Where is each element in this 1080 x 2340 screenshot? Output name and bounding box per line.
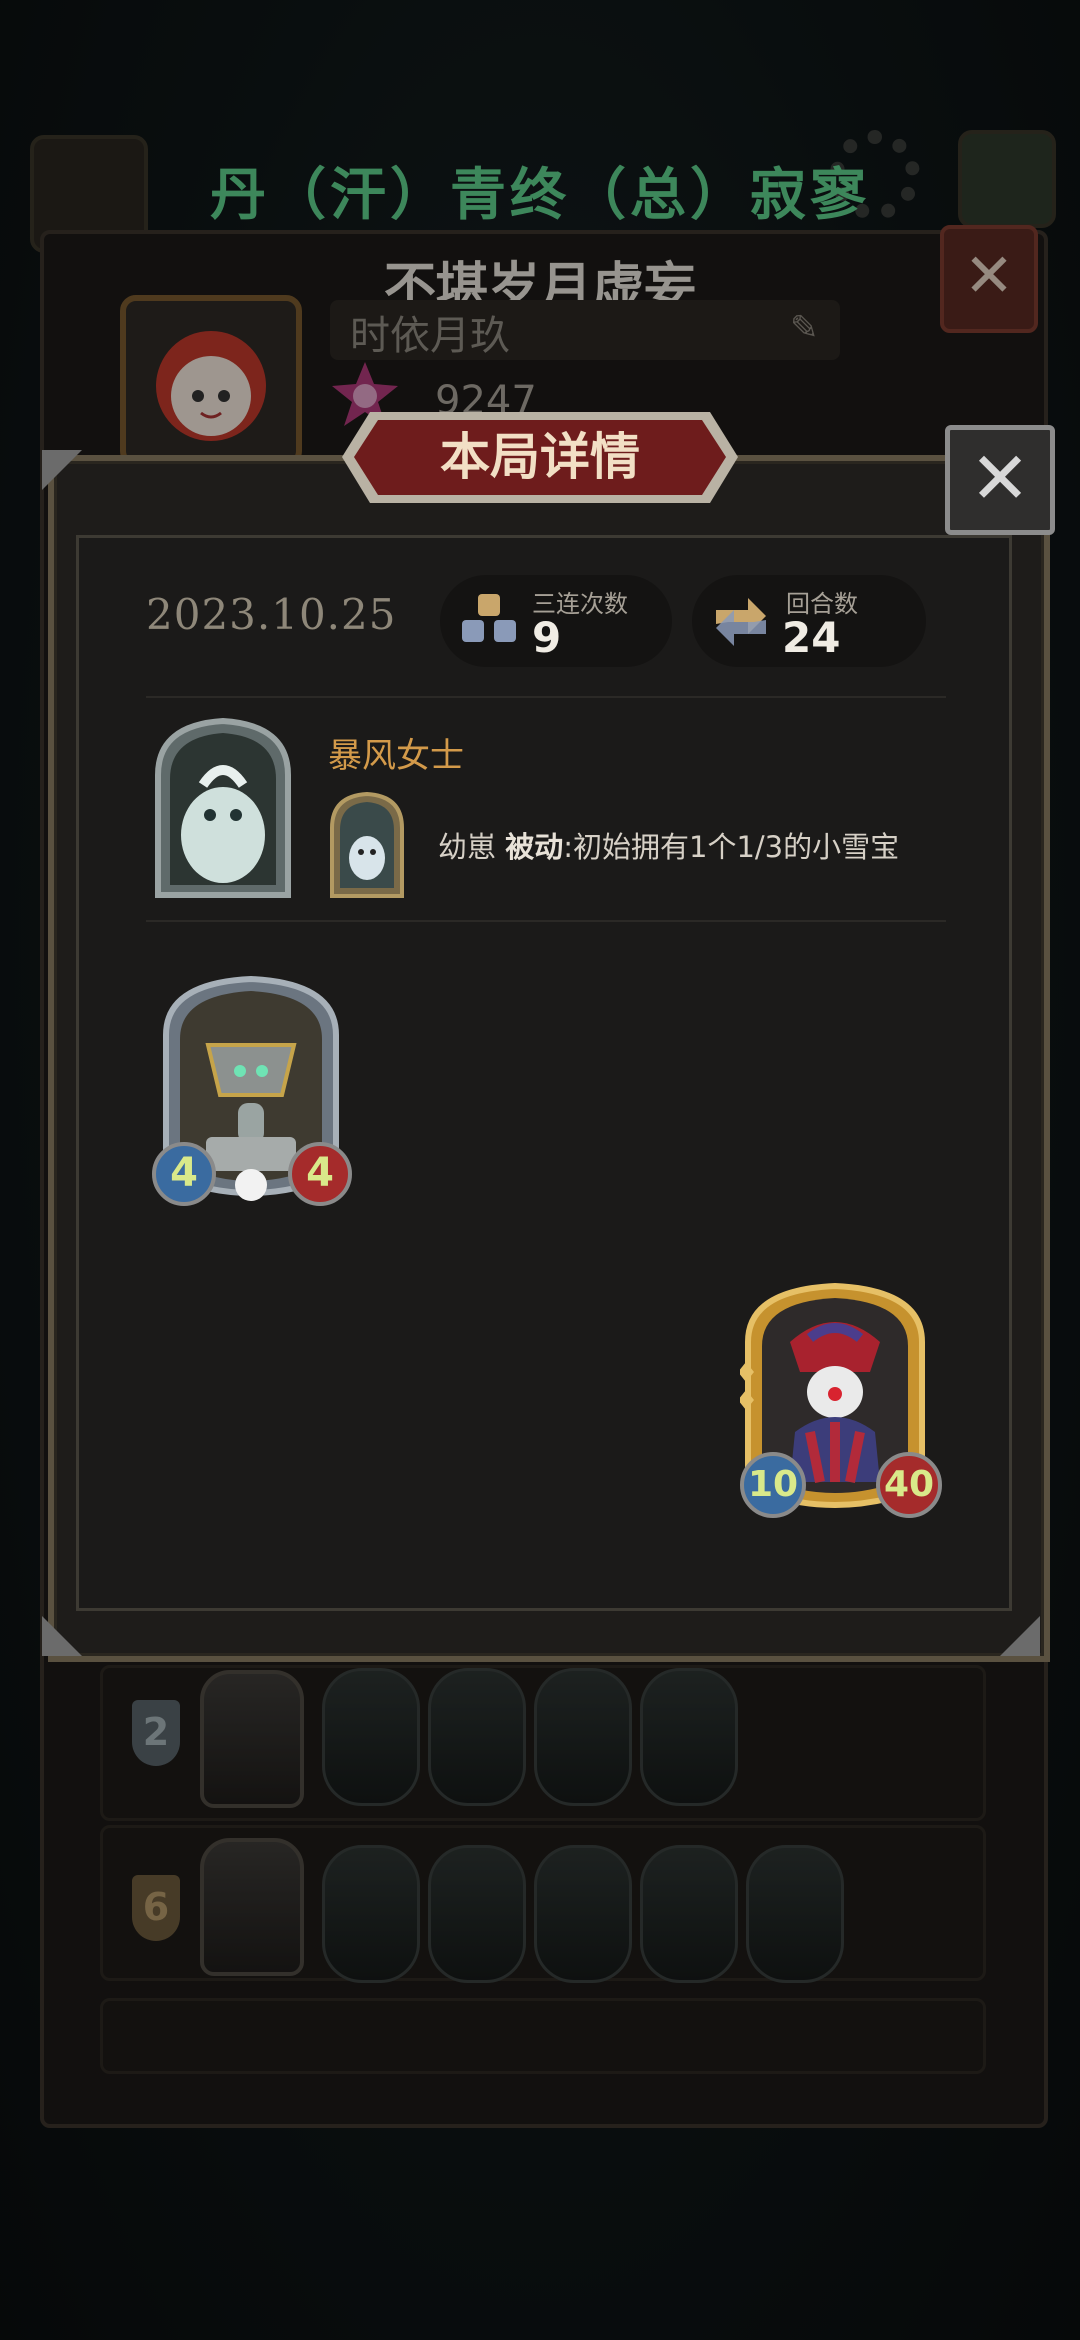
skill-type: 被动 <box>505 830 564 864</box>
health-badge: 4 <box>288 1142 352 1206</box>
hero-skill-text: 幼崽 被动:初始拥有1个1/3的小雪宝 <box>438 824 899 866</box>
hero-name: 暴风女士 <box>328 736 464 776</box>
attack-badge: 10 <box>740 1452 806 1518</box>
attack-badge: 4 <box>152 1142 216 1206</box>
match-date: 2023.10.25 <box>146 590 397 639</box>
round-icon <box>716 598 766 646</box>
skill-icon <box>330 792 404 898</box>
skill-name: 幼崽 <box>438 830 506 864</box>
stat-value: 9 <box>532 613 562 662</box>
stat-value: 24 <box>782 613 841 662</box>
modal-close-button[interactable]: ✕ <box>945 425 1055 535</box>
divider <box>146 920 946 922</box>
divider <box>146 696 946 698</box>
skill-desc: :初始拥有1个1/3的小雪宝 <box>563 830 900 864</box>
modal-title: 本局详情 <box>440 428 640 486</box>
hero-portrait[interactable] <box>148 715 298 905</box>
health-badge: 40 <box>876 1452 942 1518</box>
triple-icon <box>462 594 516 642</box>
